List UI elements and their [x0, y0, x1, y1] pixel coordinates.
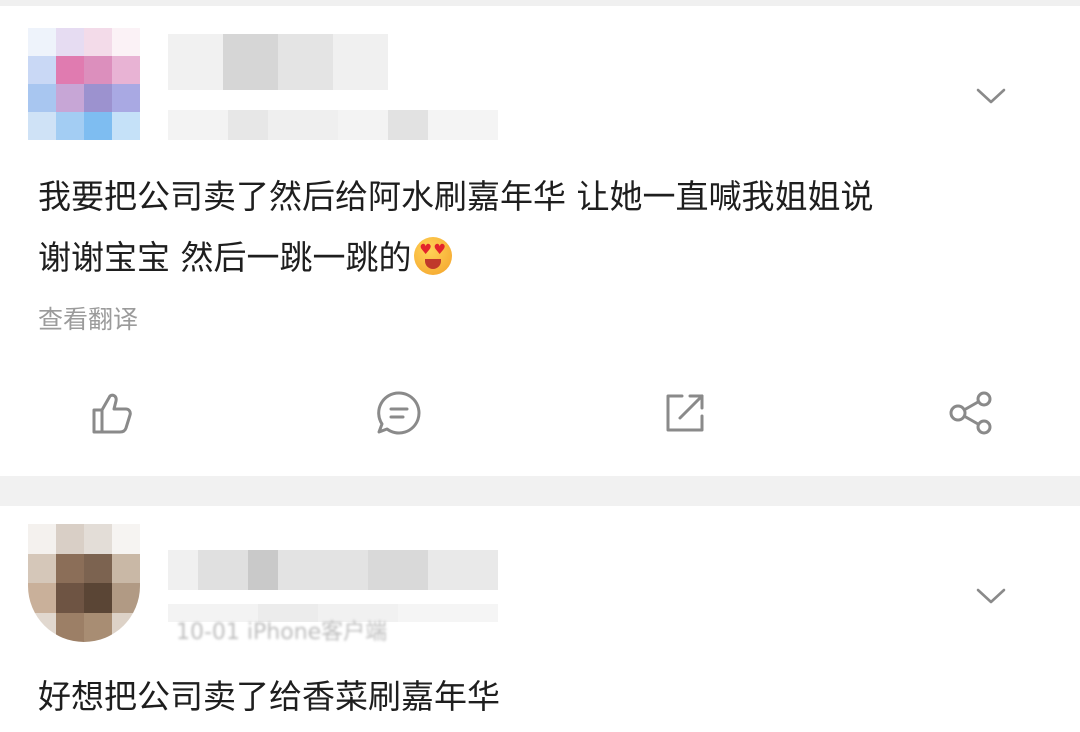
user-meta-redacted: [168, 110, 498, 140]
comment-text-line-2: 谢谢宝宝 然后一跳一跳的: [38, 229, 452, 286]
comment-text-line-1: 我要把公司卖了然后给阿水刷嘉年华 让她一直喊我姐姐说: [38, 177, 874, 216]
user-meta-text: 10-01 iPhone客户端: [176, 620, 388, 645]
comment-card-2: 10-01 iPhone客户端 好想把公司卖了给香菜刷嘉年华: [0, 506, 1080, 732]
chevron-down-icon[interactable]: [976, 86, 1006, 106]
heart-eyes-tongue-emoji-icon: [413, 237, 452, 275]
chevron-down-icon[interactable]: [976, 586, 1006, 606]
translate-link[interactable]: 查看翻译: [38, 300, 138, 336]
username-redacted[interactable]: [168, 34, 388, 90]
avatar[interactable]: [28, 524, 140, 642]
like-icon[interactable]: [88, 388, 138, 438]
comment-text-line-1: 好想把公司卖了给香菜刷嘉年华: [38, 677, 500, 716]
username-redacted[interactable]: [168, 550, 498, 590]
section-divider: [0, 476, 1080, 506]
comment-text-line-2-content: 谢谢宝宝 然后一跳一跳的: [38, 238, 412, 277]
share-icon[interactable]: [946, 388, 996, 438]
repost-icon[interactable]: [660, 388, 710, 438]
avatar[interactable]: [28, 28, 140, 140]
comment-card-1: 我要把公司卖了然后给阿水刷嘉年华 让她一直喊我姐姐说 谢谢宝宝 然后一跳一跳的 …: [0, 6, 1080, 476]
comment-icon[interactable]: [374, 388, 424, 438]
